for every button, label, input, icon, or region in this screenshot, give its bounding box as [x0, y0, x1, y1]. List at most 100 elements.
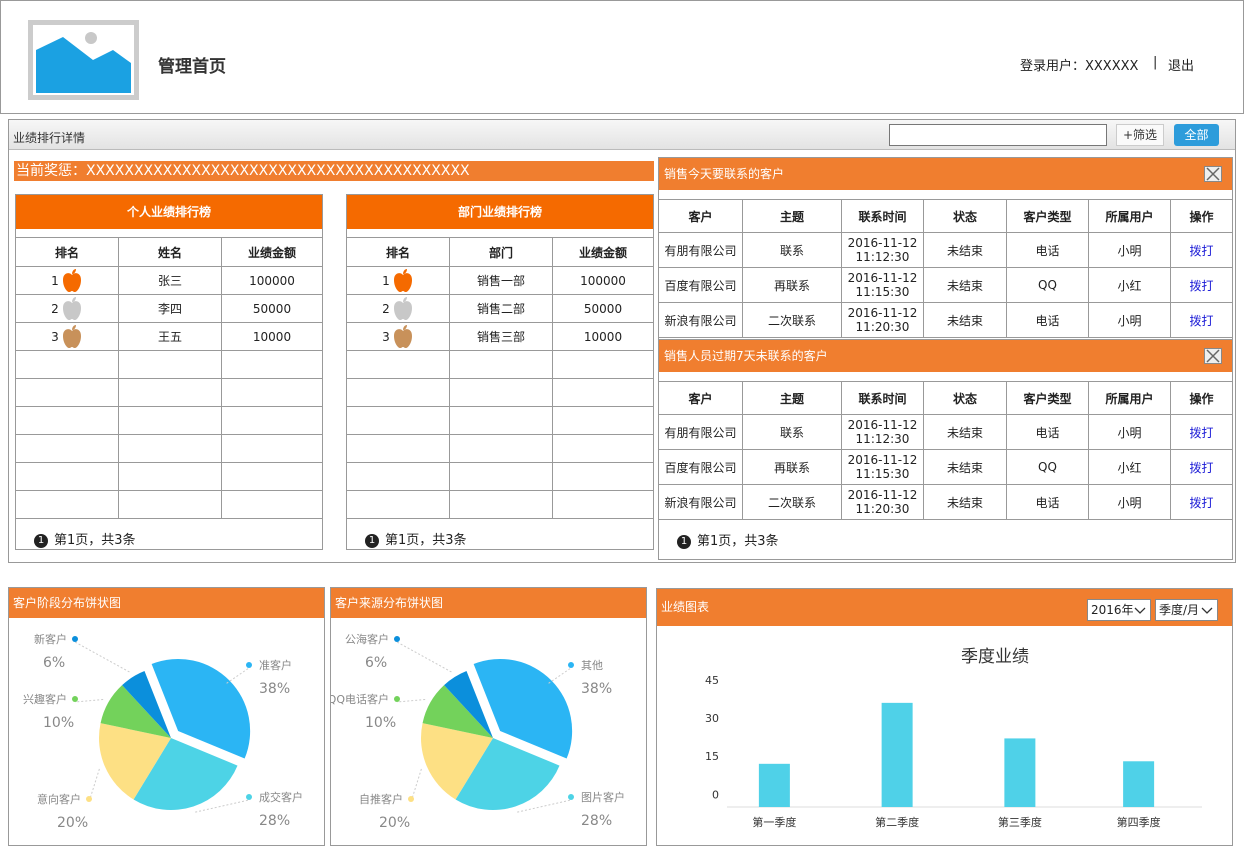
column-header: 状态 [923, 381, 1007, 415]
customer-stage-pie-title: 客户阶段分布饼状图 [9, 588, 324, 618]
owner-cell: 小明 [1088, 484, 1171, 520]
table-row: 新浪有限公司 二次联系 2016-11-12 11:20:30 未结束 电话 小明… [658, 484, 1233, 520]
x-tick-label: 第四季度 [1117, 815, 1161, 829]
period-select[interactable]: 季度/月 [1155, 599, 1218, 621]
pie-label: 意向客户 [37, 792, 81, 806]
table-row: 百度有限公司 再联系 2016-11-12 11:15:30 未结束 QQ 小红 … [658, 267, 1233, 303]
empty-row [346, 434, 654, 463]
legend-dot [246, 662, 252, 668]
chevron-down-icon [1134, 607, 1146, 614]
rank-cell: 2 [15, 294, 119, 323]
contact-time-cell: 2016-11-12 11:20:30 [841, 484, 924, 520]
owner-cell: 小红 [1088, 449, 1171, 485]
name-cell: 王五 [118, 322, 222, 351]
panel-title: 业绩排行详情 [13, 131, 86, 145]
x-tick-label: 第二季度 [875, 815, 919, 829]
customer-cell: 新浪有限公司 [658, 302, 743, 338]
contact-time-cell: 2016-11-12 11:15:30 [841, 267, 924, 303]
dept-ranking-title: 部门业绩排行榜 [347, 195, 653, 229]
dial-link[interactable]: 拨打 [1170, 267, 1233, 303]
year-select[interactable]: 2016年 [1087, 599, 1151, 621]
legend-dot [72, 636, 78, 642]
customer-cell: 有朋有限公司 [658, 232, 743, 268]
award-banner: 当前奖惩：XXXXXXXXXXXXXXXXXXXXXXXXXXXXXXXXXXX… [14, 161, 654, 181]
dial-link[interactable]: 拨打 [1170, 484, 1233, 520]
pie-value-label: 6% [43, 655, 65, 671]
table-row: 1 张三 100000 [15, 266, 323, 295]
close-icon[interactable] [1204, 348, 1222, 364]
column-header: 所属用户 [1088, 199, 1171, 233]
empty-row [15, 434, 323, 463]
column-header: 主题 [742, 199, 842, 233]
period-select-value: 季度/月 [1159, 603, 1200, 617]
search-input[interactable] [889, 124, 1107, 146]
bar [758, 763, 790, 807]
pie-value-label: 28% [581, 813, 612, 829]
column-header: 客户类型 [1006, 199, 1089, 233]
table-row: 新浪有限公司 二次联系 2016-11-12 11:20:30 未结束 电话 小明… [658, 302, 1233, 338]
dept-cell: 销售三部 [449, 322, 553, 351]
pie-label: QQ电话客户 [331, 692, 389, 706]
image-placeholder-icon [33, 25, 134, 95]
bar [881, 702, 913, 807]
empty-row [346, 462, 654, 491]
table-row: 2 销售二部 50000 [346, 294, 654, 323]
legend-dot [408, 796, 414, 802]
dial-link[interactable]: 拨打 [1170, 232, 1233, 268]
dept-cell: 销售二部 [449, 294, 553, 323]
logout-link[interactable]: 退出 [1168, 55, 1194, 74]
column-header: 客户类型 [1006, 381, 1089, 415]
today-contacts-title: 销售今天要联系的客户 [659, 158, 1232, 190]
contact-time-cell: 2016-11-12 11:12:30 [841, 414, 924, 450]
legend-dot [246, 794, 252, 800]
status-cell: 未结束 [923, 414, 1007, 450]
pie-label: 新客户 [34, 632, 67, 646]
dial-link[interactable]: 拨打 [1170, 449, 1233, 485]
label-leader-line [74, 699, 104, 703]
bar [1123, 761, 1155, 807]
dial-link[interactable]: 拨打 [1170, 414, 1233, 450]
pie-label: 图片客户 [581, 790, 625, 804]
owner-cell: 小明 [1088, 232, 1171, 268]
customer-source-pie-chart: 其他 38% 图片客户 28% 自推客户 20% QQ电话客户 10% 公海客户 6% [331, 632, 625, 831]
empty-row [346, 490, 654, 519]
table-row: 3 王五 10000 [15, 322, 323, 351]
pagination-text: 第1页，共3条 [385, 533, 467, 548]
pie-value-label: 20% [379, 815, 410, 831]
customer-type-cell: QQ [1006, 449, 1089, 485]
all-button[interactable]: 全部 [1174, 124, 1219, 146]
legend-dot [72, 696, 78, 702]
overdue-contacts-table: 客户 主题 联系时间 状态 客户类型 所属用户 操作 有朋有限公司 联系 201… [658, 381, 1233, 520]
amount-cell: 10000 [221, 322, 323, 351]
legend-dot [394, 696, 400, 702]
quarterly-bar-chart: 季度业绩 0 15 30 45 第一季度 第二季度 第三季度 第四季度 [705, 647, 1202, 829]
close-icon[interactable] [1204, 166, 1222, 182]
rank-cell: 3 [15, 322, 119, 351]
rank-number: 1 [51, 273, 59, 288]
filter-button[interactable]: +筛选 [1116, 124, 1164, 146]
x-tick-label: 第一季度 [752, 815, 796, 829]
dial-link[interactable]: 拨打 [1170, 302, 1233, 338]
topic-cell: 二次联系 [742, 302, 842, 338]
silver-apple-icon [393, 296, 412, 320]
label-leader-line [74, 641, 130, 673]
table-row: 2 李四 50000 [15, 294, 323, 323]
page-number-icon: 1 [677, 535, 691, 549]
pagination-text: 第1页，共3条 [54, 533, 136, 548]
silver-apple-icon [62, 296, 81, 320]
column-header: 主题 [742, 381, 842, 415]
customer-source-pie-title: 客户来源分布饼状图 [331, 588, 646, 618]
gold-apple-icon [393, 268, 412, 292]
pie-value-label: 10% [365, 715, 396, 731]
pie-label: 自推客户 [359, 792, 403, 806]
rank-number: 1 [382, 273, 390, 288]
pie-label: 成交客户 [259, 790, 303, 804]
logo-image [28, 20, 139, 100]
customer-cell: 百度有限公司 [658, 449, 743, 485]
empty-row [15, 378, 323, 407]
column-header: 操作 [1170, 381, 1233, 415]
dept-pagination: 1 第1页，共3条 [365, 529, 467, 548]
rank-number: 3 [51, 329, 59, 344]
status-cell: 未结束 [923, 232, 1007, 268]
customer-type-cell: 电话 [1006, 414, 1089, 450]
